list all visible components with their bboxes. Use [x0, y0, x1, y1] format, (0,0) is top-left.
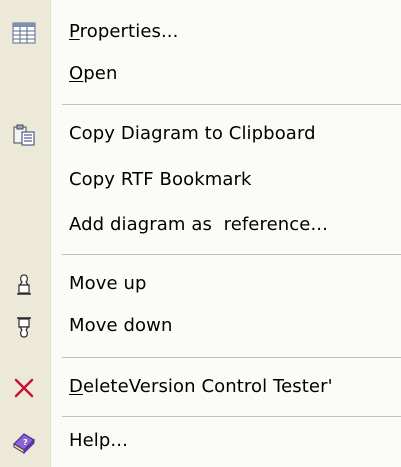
menu-item-label: Properties...	[69, 21, 179, 42]
svg-text:?: ?	[23, 438, 28, 447]
delete-icon	[8, 372, 40, 404]
move-up-icon	[8, 269, 40, 301]
menu-item-move-down[interactable]: Move down	[0, 307, 401, 347]
menu-separator	[62, 254, 401, 255]
menu-separator	[62, 357, 401, 358]
copy-clipboard-icon	[8, 119, 40, 151]
menu-item-label: Help...	[69, 430, 128, 451]
menu-item-label: DeleteVersion Control Tester'	[69, 376, 333, 397]
menu-item-copy-diagram[interactable]: Copy Diagram to Clipboard	[0, 115, 401, 155]
menu-item-delete[interactable]: DeleteVersion Control Tester'	[0, 368, 401, 408]
menu-separator	[62, 104, 401, 105]
context-menu: Properties... Open Copy Diagram to Clipb…	[0, 0, 401, 467]
move-down-icon	[8, 311, 40, 343]
menu-item-label: Add diagram as reference...	[69, 214, 328, 235]
menu-item-copy-rtf[interactable]: Copy RTF Bookmark	[0, 161, 401, 201]
menu-item-label: Copy Diagram to Clipboard	[69, 123, 316, 144]
menu-item-help[interactable]: ? Help...	[0, 422, 401, 462]
menu-separator	[62, 416, 401, 417]
menu-item-properties[interactable]: Properties...	[0, 13, 401, 53]
properties-icon	[8, 17, 40, 49]
help-book-icon: ?	[8, 426, 40, 458]
menu-item-label: Open	[69, 63, 118, 84]
menu-item-label: Copy RTF Bookmark	[69, 169, 252, 190]
menu-item-label: Move up	[69, 273, 147, 294]
menu-item-open[interactable]: Open	[0, 55, 401, 95]
menu-item-add-diagram-reference[interactable]: Add diagram as reference...	[0, 206, 401, 246]
menu-item-move-up[interactable]: Move up	[0, 265, 401, 305]
menu-item-label: Move down	[69, 315, 173, 336]
